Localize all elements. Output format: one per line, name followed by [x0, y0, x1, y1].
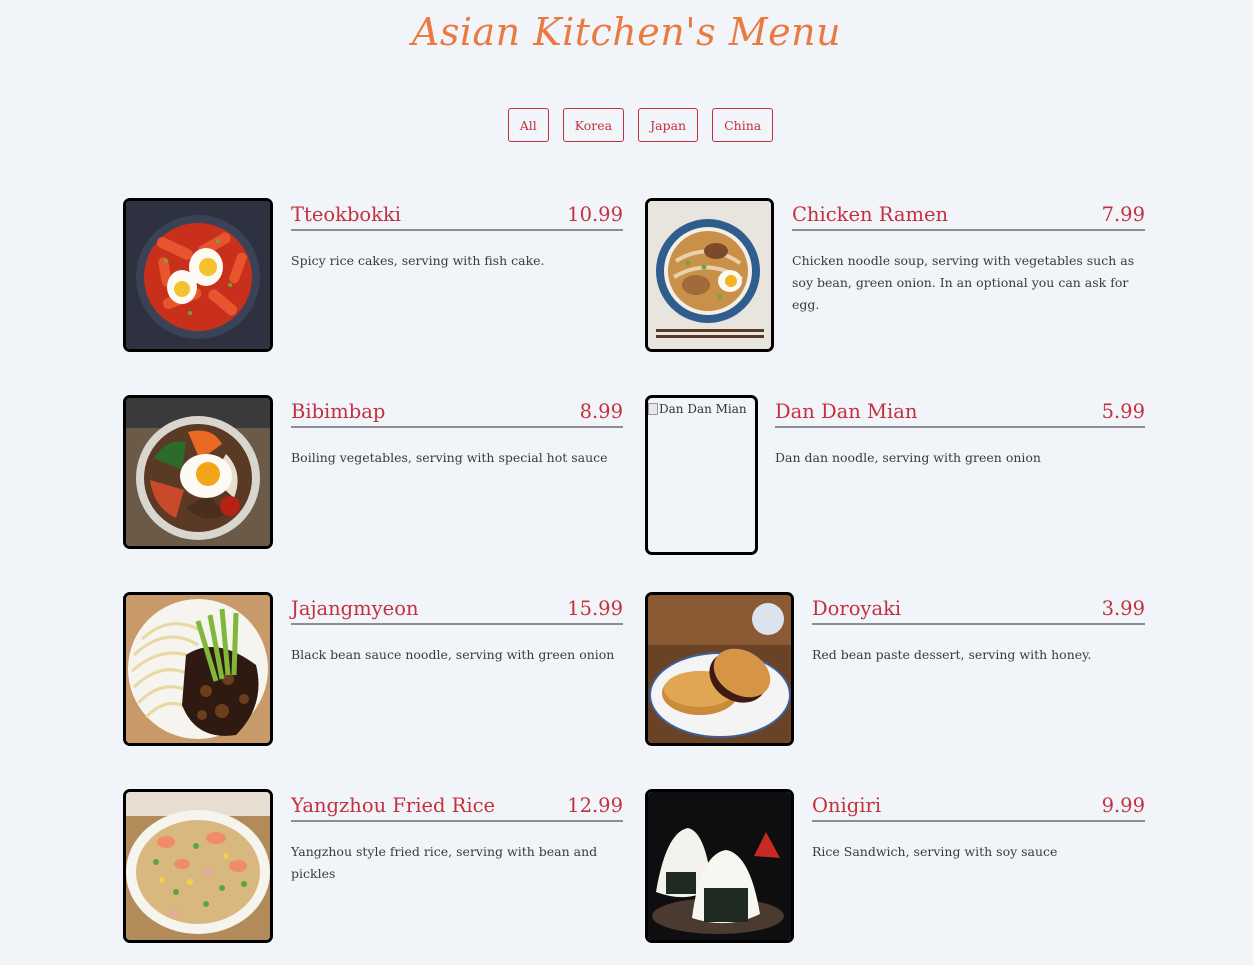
onigiri-photo	[645, 789, 794, 943]
menu-item-name: Doroyaki	[812, 597, 902, 620]
dorayaki-photo	[645, 592, 794, 746]
broken-image-icon	[648, 403, 658, 415]
menu-item-dan-dan-mian: Dan Dan Mian Dan Dan Mian 5.99 Dan dan n…	[645, 395, 1145, 555]
menu-item-description: Yangzhou style fried rice, serving with …	[291, 844, 598, 881]
menu-item-description: Rice Sandwich, serving with soy sauce	[812, 844, 1058, 859]
menu-item-onigiri: Onigiri 9.99 Rice Sandwich, serving with…	[645, 789, 1145, 949]
menu-item-description: Black bean sauce noodle, serving with gr…	[291, 647, 615, 662]
menu-item-description: Chicken noodle soup, serving with vegeta…	[792, 253, 1135, 312]
menu-item-price: 5.99	[1101, 400, 1145, 423]
fried-rice-photo	[123, 789, 273, 943]
page-title: Asian Kitchen's Menu	[411, 10, 842, 54]
dan-dan-mian-broken-image: Dan Dan Mian	[645, 395, 758, 555]
broken-image-alt: Dan Dan Mian	[648, 402, 747, 416]
menu-item-price: 9.99	[1101, 794, 1145, 817]
menu-item-jajangmyeon: Jajangmyeon 15.99 Black bean sauce noodl…	[123, 592, 623, 752]
menu-item-name: Yangzhou Fried Rice	[291, 794, 496, 817]
broken-image-alt-text: Dan Dan Mian	[659, 402, 747, 416]
menu-item-bibimbap: Bibimbap 8.99 Boiling vegetables, servin…	[123, 395, 623, 555]
menu-item-price: 10.99	[567, 203, 623, 226]
menu-item-name: Dan Dan Mian	[775, 400, 918, 423]
menu-item-tteokbokki: Tteokbokki 10.99 Spicy rice cakes, servi…	[123, 198, 623, 358]
menu-item-price: 3.99	[1101, 597, 1145, 620]
menu-item-description: Spicy rice cakes, serving with fish cake…	[291, 253, 545, 268]
jajangmyeon-photo	[123, 592, 273, 746]
menu-item-name: Onigiri	[812, 794, 882, 817]
chicken-ramen-photo	[645, 198, 774, 352]
menu-item-description: Dan dan noodle, serving with green onion	[775, 450, 1041, 465]
menu-item-header: Dan Dan Mian 5.99	[775, 395, 1145, 428]
menu-item-name: Bibimbap	[291, 400, 386, 423]
menu-item-header: Tteokbokki 10.99	[291, 198, 623, 231]
menu-item-price: 12.99	[567, 794, 623, 817]
menu-item-name: Tteokbokki	[291, 203, 402, 226]
filter-japan-button[interactable]: Japan	[638, 108, 699, 142]
menu-item-yangzhou-fried-rice: Yangzhou Fried Rice 12.99 Yangzhou style…	[123, 789, 623, 949]
menu-item-chicken-ramen: Chicken Ramen 7.99 Chicken noodle soup, …	[645, 198, 1145, 358]
menu-item-header: Chicken Ramen 7.99	[792, 198, 1145, 231]
menu-item-price: 15.99	[567, 597, 623, 620]
filter-all-button[interactable]: All	[507, 108, 549, 142]
menu-item-header: Jajangmyeon 15.99	[291, 592, 623, 625]
bibimbap-photo	[123, 395, 273, 549]
menu-item-name: Chicken Ramen	[792, 203, 949, 226]
menu-item-header: Bibimbap 8.99	[291, 395, 623, 428]
menu-item-header: Doroyaki 3.99	[812, 592, 1145, 625]
menu-item-header: Yangzhou Fried Rice 12.99	[291, 789, 623, 822]
filter-china-button[interactable]: China	[712, 108, 774, 142]
menu-item-description: Boiling vegetables, serving with special…	[291, 450, 608, 465]
menu-item-price: 7.99	[1101, 203, 1145, 226]
menu-item-doroyaki: Doroyaki 3.99 Red bean paste dessert, se…	[645, 592, 1145, 752]
menu-item-header: Onigiri 9.99	[812, 789, 1145, 822]
category-filter-bar: All Korea Japan China	[14, 108, 1253, 142]
menu-item-name: Jajangmyeon	[291, 597, 419, 620]
menu-item-price: 8.99	[579, 400, 623, 423]
menu-item-description: Red bean paste dessert, serving with hon…	[812, 647, 1092, 662]
tteokbokki-photo	[123, 198, 273, 352]
filter-korea-button[interactable]: Korea	[562, 108, 625, 142]
